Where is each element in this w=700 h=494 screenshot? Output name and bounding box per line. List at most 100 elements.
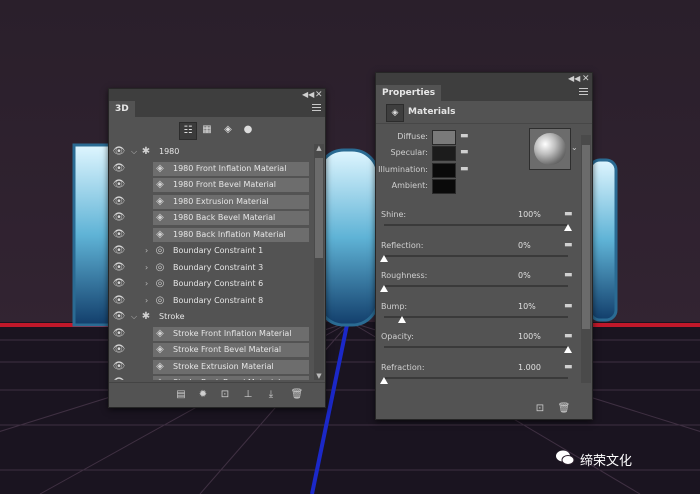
double-chevron-left-icon[interactable]: ◀◀	[302, 89, 314, 101]
slider-value[interactable]: 1.000	[518, 363, 541, 372]
chevron-down-icon[interactable]: ▼	[314, 372, 324, 380]
eye-icon[interactable]: 👁	[111, 243, 127, 259]
layer-row[interactable]: 👁 ◈ 1980 Back Inflation Material	[109, 227, 311, 243]
layer-row[interactable]: 👁 ◈ 1980 Back Bevel Material	[109, 210, 311, 226]
material-filter-icon[interactable]: ◈	[220, 122, 236, 138]
chevron-right-icon[interactable]: ›	[145, 260, 148, 276]
move-to-ground-icon[interactable]: ⤓	[263, 387, 279, 403]
slider-track[interactable]	[384, 315, 568, 318]
mesh-filter-icon[interactable]: ▦	[199, 122, 215, 138]
scrollbar-thumb[interactable]	[582, 145, 590, 329]
eye-icon[interactable]: 👁	[111, 194, 127, 210]
mesh-icon[interactable]: ▤	[173, 387, 189, 403]
color-swatch[interactable]	[432, 163, 456, 178]
eye-icon[interactable]: 👁	[111, 161, 127, 177]
layer-row[interactable]: 👁 › ◎ Boundary Constraint 3	[109, 260, 311, 276]
folder-icon[interactable]: ▬	[564, 301, 573, 311]
close-icon[interactable]: ✕	[315, 89, 323, 101]
slider-value[interactable]: 0%	[518, 241, 531, 250]
eye-icon[interactable]: 👁	[111, 326, 127, 342]
ground-icon[interactable]: ⊥	[240, 387, 256, 403]
slider-track[interactable]	[384, 285, 568, 287]
slider-track[interactable]	[384, 376, 568, 379]
eye-icon[interactable]: 👁	[111, 359, 127, 375]
color-swatch[interactable]	[432, 146, 456, 161]
layer-row[interactable]: 👁 ◈ Stroke Front Inflation Material	[109, 326, 311, 342]
slider-knob[interactable]	[398, 315, 407, 323]
slider-knob[interactable]	[564, 224, 572, 231]
close-icon[interactable]: ✕	[582, 73, 590, 85]
layer-label: Boundary Constraint 3	[173, 262, 264, 272]
slider-track[interactable]	[384, 224, 568, 226]
folder-icon[interactable]: ▬	[564, 209, 573, 219]
layer-label: Stroke Extrusion Material	[173, 361, 274, 371]
slider-value[interactable]: 10%	[518, 302, 536, 311]
layer-row[interactable]: 👁 ◈ Stroke Extrusion Material	[109, 359, 311, 375]
layer-label: 1980	[159, 147, 180, 156]
slider-knob[interactable]	[380, 376, 388, 384]
layer-row[interactable]: 👁 › ◎ Boundary Constraint 6	[109, 276, 311, 292]
double-chevron-left-icon[interactable]: ◀◀	[568, 73, 580, 85]
slider-track[interactable]	[384, 254, 568, 257]
chevron-right-icon[interactable]: ›	[145, 293, 148, 309]
eye-icon[interactable]: 👁	[111, 210, 127, 226]
layer-list-scrollbar[interactable]: ▲ ▼	[314, 144, 324, 380]
chevron-down-icon[interactable]: ⌄	[571, 143, 578, 152]
delete-icon[interactable]: 🗑	[556, 401, 572, 417]
tab-properties[interactable]: Properties	[376, 85, 442, 101]
material-preview[interactable]	[529, 128, 571, 170]
layer-row[interactable]: 👁 ⌵ ✱ Stroke	[109, 309, 311, 325]
folder-icon[interactable]: ▬	[460, 164, 469, 174]
chevron-right-icon[interactable]: ›	[145, 243, 148, 259]
layer-row[interactable]: 👁 ◈ 1980 Front Inflation Material	[109, 161, 311, 177]
eye-icon[interactable]: 👁	[111, 227, 127, 243]
add-light-icon[interactable]: ✹	[195, 387, 211, 403]
layer-row[interactable]: 👁 ◈ 1980 Extrusion Material	[109, 194, 311, 210]
folder-icon[interactable]: ▬	[564, 270, 573, 280]
eye-icon[interactable]: 👁	[111, 177, 127, 193]
folder-icon[interactable]: ▬	[564, 362, 573, 372]
eye-icon[interactable]: 👁	[111, 260, 127, 276]
slider-knob[interactable]	[564, 346, 572, 353]
layer-row[interactable]: 👁 ◈ 1980 Front Bevel Material	[109, 177, 311, 193]
slider-value[interactable]: 100%	[518, 332, 541, 341]
layer-row[interactable]: 👁 ⌵ ✱ 1980	[109, 144, 311, 160]
slider-knob[interactable]	[380, 254, 388, 262]
properties-scrollbar[interactable]	[581, 135, 591, 383]
slider-track[interactable]	[384, 346, 568, 348]
light-filter-icon[interactable]: ●	[240, 122, 256, 138]
scrollbar-thumb[interactable]	[315, 158, 323, 258]
slider-value[interactable]: 0%	[518, 271, 531, 280]
eye-icon[interactable]: 👁	[111, 342, 127, 358]
color-swatch[interactable]	[432, 179, 456, 194]
folder-icon[interactable]: ▬	[564, 240, 573, 250]
layer-label: 1980 Extrusion Material	[173, 196, 269, 206]
folder-icon[interactable]: ▬	[460, 147, 469, 157]
layer-row[interactable]: 👁 ◈ Stroke Back Bevel Material	[109, 375, 311, 380]
material-icon: ◈	[156, 360, 164, 372]
layer-row[interactable]: 👁 ◈ Stroke Front Bevel Material	[109, 342, 311, 358]
delete-icon[interactable]: 🗑	[289, 387, 305, 403]
chevron-up-icon[interactable]: ▲	[314, 144, 324, 152]
chevron-right-icon[interactable]: ›	[145, 276, 148, 292]
render-icon[interactable]: ⊡	[217, 387, 233, 403]
color-swatch[interactable]	[432, 130, 456, 145]
eye-icon[interactable]: 👁	[111, 309, 127, 325]
eye-icon[interactable]: 👁	[111, 293, 127, 309]
slider-knob[interactable]	[380, 285, 388, 292]
slider-value[interactable]: 100%	[518, 210, 541, 219]
eye-icon[interactable]: 👁	[111, 276, 127, 292]
panel-menu-icon[interactable]	[312, 104, 321, 113]
layer-row[interactable]: 👁 › ◎ Boundary Constraint 8	[109, 293, 311, 309]
layer-row[interactable]: 👁 › ◎ Boundary Constraint 1	[109, 243, 311, 259]
folder-icon[interactable]: ▬	[460, 131, 469, 141]
folder-icon[interactable]: ▬	[564, 331, 573, 341]
chevron-down-icon[interactable]: ⌵	[131, 144, 137, 160]
new-material-icon[interactable]: ⊡	[532, 401, 548, 417]
scene-filter-icon[interactable]: ☷	[179, 122, 197, 140]
eye-icon[interactable]: 👁	[111, 144, 127, 160]
panel-menu-icon[interactable]	[579, 88, 588, 97]
tab-3d[interactable]: 3D	[109, 101, 135, 117]
chevron-down-icon[interactable]: ⌵	[131, 309, 137, 325]
eye-icon[interactable]: 👁	[111, 375, 127, 380]
